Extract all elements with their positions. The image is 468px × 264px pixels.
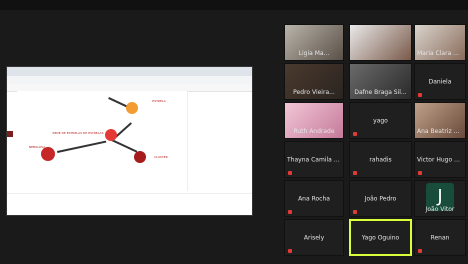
label-estrela: ESTRELA <box>152 99 166 103</box>
participant-tile[interactable]: Ruth Andrade <box>284 102 344 139</box>
mic-off-icon <box>418 171 422 175</box>
edge <box>111 139 138 153</box>
browser-tabs <box>7 67 252 76</box>
participant-tile[interactable]: Arisely <box>284 219 344 256</box>
participant-tile[interactable]: J João Vitor <box>414 180 466 217</box>
mic-off-icon <box>353 171 357 175</box>
screen-share[interactable]: ESTRELA REDE DE ESTRELAS DE ESTRELAS CLU… <box>6 66 253 216</box>
participant-tile[interactable]: Victor Hugo Pa... <box>414 141 466 178</box>
participant-tile[interactable]: Pedro Vieira... <box>284 63 344 100</box>
label-nebulosa: NEBULOSA <box>28 145 46 149</box>
diagram-canvas: ESTRELA REDE DE ESTRELAS DE ESTRELAS CLU… <box>17 91 188 191</box>
label-rede: REDE DE ESTRELAS DE ESTRELAS <box>52 131 104 135</box>
participant-tile[interactable]: Ana Rocha <box>284 180 344 217</box>
participant-tile[interactable]: Renan <box>414 219 466 256</box>
participant-tile[interactable] <box>349 24 412 61</box>
mic-off-icon <box>288 171 292 175</box>
bottom-controls <box>7 193 252 215</box>
mic-off-icon <box>353 210 357 214</box>
mic-off-icon <box>418 93 422 97</box>
top-bar <box>0 0 468 10</box>
active-speaker-tile[interactable]: Yago Oguino <box>349 219 412 256</box>
mic-off-icon <box>288 249 292 253</box>
mic-off-icon <box>353 132 357 136</box>
node-orange[interactable] <box>126 102 138 114</box>
participant-tile[interactable]: yago <box>349 102 412 139</box>
participant-tile[interactable]: rahadis <box>349 141 412 178</box>
label-cluster: CLUSTER <box>154 155 168 159</box>
participant-tile[interactable]: Dafne Braga Sil... <box>349 63 412 100</box>
participant-tile[interactable]: Ligia Ma... <box>284 24 344 61</box>
participant-tile[interactable]: Thayna Camila I... <box>284 141 344 178</box>
mic-off-icon <box>288 210 292 214</box>
participant-tile[interactable]: Maria Clara H... <box>414 24 466 61</box>
side-tab <box>7 131 13 137</box>
mic-off-icon <box>418 249 422 253</box>
participant-tile[interactable]: Daniela <box>414 63 466 100</box>
participant-tile[interactable]: Ana Beatriz C... <box>414 102 466 139</box>
node-start[interactable] <box>41 147 55 161</box>
participant-tile[interactable]: João Pedro <box>349 180 412 217</box>
